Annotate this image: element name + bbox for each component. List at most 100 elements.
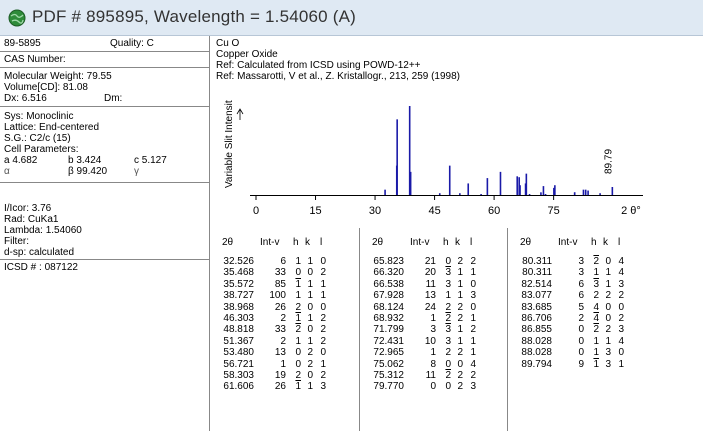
l-cell: 0 (470, 278, 476, 290)
h-cell: 1 (295, 278, 301, 290)
two-theta-cell: 83.685 (521, 301, 552, 313)
h-cell: 1 (295, 335, 301, 347)
l-cell: 2 (320, 313, 326, 324)
k-cell: 3 (605, 347, 611, 359)
cell-c: c 5.127 (134, 155, 167, 166)
cell-parameters-label: Cell Parameters: (4, 144, 79, 155)
intensity-cell: 24 (424, 301, 436, 313)
l-cell: 3 (618, 278, 624, 290)
card-info-panel: 89-5895 Quality: C CAS Number: Molecular… (0, 36, 210, 431)
k-cell: 2 (307, 347, 313, 359)
two-theta-cell: 35.468 (223, 267, 254, 279)
l-cell: 0 (618, 301, 624, 313)
intensity-cell: 6 (578, 278, 584, 290)
k-cell: 2 (457, 313, 463, 324)
intensity-cell: 8 (430, 358, 436, 370)
two-theta-cell: 88.028 (521, 347, 552, 359)
space-group: S.G.: C2/c (15) (4, 133, 71, 144)
two-theta-cell: 65.823 (373, 256, 404, 267)
l-cell: 2 (320, 335, 326, 347)
molecular-weight: Molecular Weight: 79.55 (4, 71, 112, 82)
l-cell: 2 (320, 324, 326, 336)
h-cell: 3 (445, 335, 451, 347)
intensity-cell: 2 (280, 313, 286, 324)
h-cell: 1 (593, 335, 599, 347)
k-cell: 0 (605, 301, 611, 313)
h-cell: 1 (295, 381, 301, 393)
intensity-cell: 19 (274, 370, 286, 381)
k-cell: 0 (605, 256, 611, 267)
column-divider (359, 228, 360, 431)
l-cell: 0 (470, 301, 476, 313)
l-cell: 4 (618, 335, 624, 347)
h-cell: 1 (295, 290, 301, 302)
two-theta-cell: 86.706 (521, 313, 552, 324)
l-cell: 3 (470, 381, 476, 393)
crystal-system: Sys: Monoclinic (4, 111, 74, 122)
x-tick-label: 30 (369, 205, 381, 217)
k-cell: 1 (457, 267, 463, 279)
x-tick-label: 15 (309, 205, 321, 217)
l-header: l (320, 237, 323, 248)
icsd-number: ICSD # : 087122 (4, 262, 78, 273)
intensity-header: Int-v (260, 237, 280, 248)
k-cell: 0 (307, 301, 313, 313)
cell-a: a 4.682 (4, 155, 38, 166)
l-cell: 2 (470, 324, 476, 336)
intensity-cell: 0 (578, 347, 584, 359)
h-header: h (443, 237, 449, 248)
h-cell: 3 (445, 267, 451, 279)
k-cell: 0 (457, 358, 463, 370)
theta-header: 2θ (520, 237, 532, 248)
l-cell: 2 (320, 267, 326, 279)
k-header: k (455, 237, 460, 248)
h-cell: 2 (295, 324, 301, 336)
divider (0, 51, 210, 52)
h-cell: 4 (593, 301, 599, 313)
l-cell: 4 (618, 256, 624, 267)
two-theta-cell: 58.303 (223, 370, 254, 381)
column-divider (507, 228, 508, 431)
y-axis-arrow (236, 108, 244, 120)
k-cell: 1 (605, 267, 611, 279)
l-header: l (470, 237, 473, 248)
l-cell: 1 (618, 358, 624, 370)
window-title: PDF # 895895, Wavelength = 1.54060 (A) (32, 7, 357, 26)
h-cell: 2 (445, 313, 451, 324)
k-cell: 1 (457, 324, 463, 336)
intensity-cell: 20 (424, 267, 436, 279)
l-cell: 0 (320, 256, 326, 267)
two-theta-cell: 53.480 (223, 347, 254, 359)
l-cell: 0 (618, 347, 624, 359)
quality-label: Quality: C (110, 38, 154, 49)
k-cell: 1 (457, 278, 463, 290)
l-cell: 3 (470, 290, 476, 302)
k-cell: 2 (605, 290, 611, 302)
h-cell: 2 (295, 370, 301, 381)
h-cell: 2 (445, 347, 451, 359)
intensity-cell: 11 (425, 370, 436, 381)
k-cell: 2 (457, 301, 463, 313)
k-header: k (603, 237, 608, 248)
divider (0, 106, 210, 107)
h-cell: 1 (295, 313, 301, 324)
l-cell: 1 (470, 347, 476, 359)
theta-header: 2θ (222, 237, 234, 248)
intensity-cell: 2 (280, 335, 286, 347)
lambda: Lambda: 1.54060 (4, 225, 82, 236)
pdf-number: 89-5895 (4, 38, 41, 49)
h-cell: 3 (445, 278, 451, 290)
two-theta-cell: 68.124 (373, 301, 404, 313)
diffraction-pattern-chart: Variable Slit Intensity 0 15 30 45 60 75 2 θ° 89… (224, 100, 643, 217)
intensity-cell: 26 (274, 301, 286, 313)
two-theta-cell: 80.311 (522, 267, 552, 279)
l-header: l (618, 237, 621, 248)
dm-value: Dm: (104, 93, 123, 104)
intensity-cell: 85 (274, 278, 286, 290)
k-header: k (305, 237, 310, 248)
l-cell: 0 (320, 347, 326, 359)
k-cell: 1 (307, 278, 313, 290)
two-theta-cell: 46.303 (223, 313, 254, 324)
volume: Volume[CD]: 81.08 (4, 82, 88, 93)
two-theta-cell: 51.367 (223, 335, 254, 347)
